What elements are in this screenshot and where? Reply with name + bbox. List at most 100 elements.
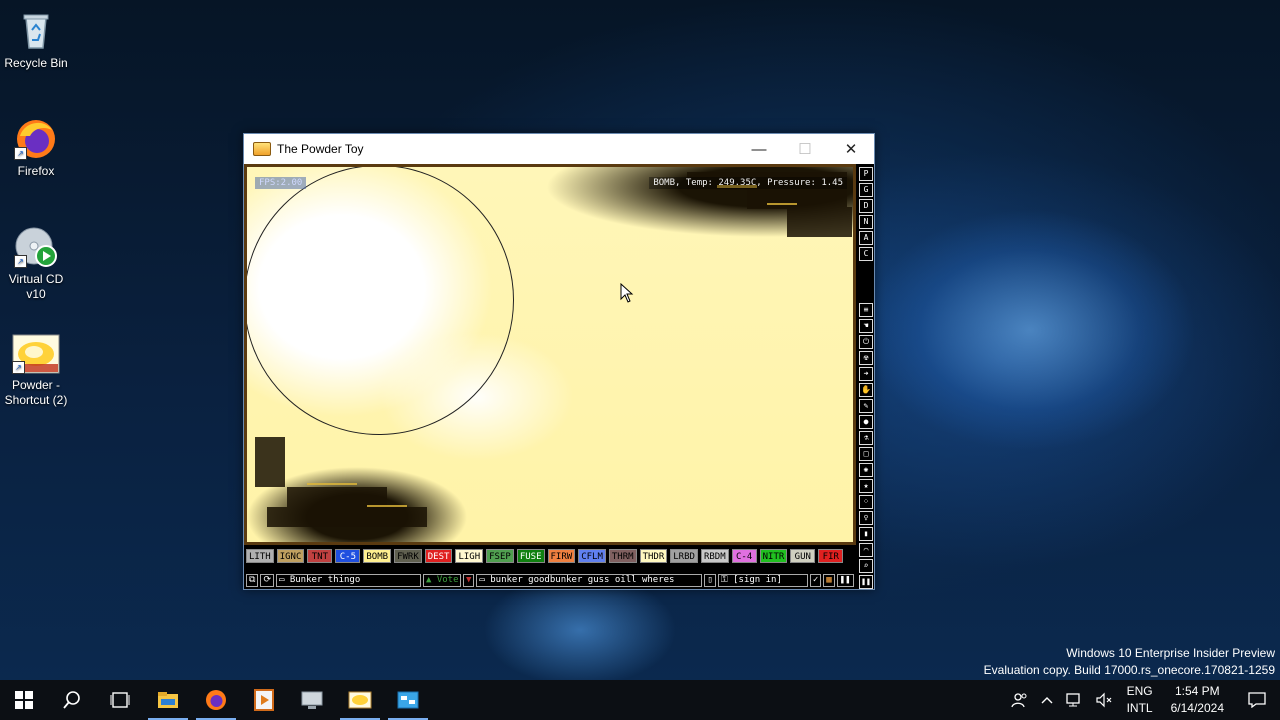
element-button-ligh[interactable]: LIGH [455, 549, 484, 563]
element-button-ignc[interactable]: IGNC [276, 549, 305, 563]
volume-button[interactable] [1089, 680, 1119, 720]
element-button-thrm[interactable]: THRM [608, 549, 637, 563]
element-button-fir[interactable]: FIR [818, 549, 844, 563]
search-button[interactable] [48, 680, 96, 720]
pen-icon[interactable]: ✎ [859, 399, 873, 413]
element-button-firw[interactable]: FIRW [547, 549, 576, 563]
firefox-icon: ↗ [14, 116, 58, 160]
element-button-lith[interactable]: LITH [246, 549, 274, 563]
element-button-fuse[interactable]: FUSE [516, 549, 545, 563]
atom-icon[interactable]: ✺ [859, 463, 873, 477]
desktop-icon-virtual-cd[interactable]: ↗ Virtual CD v10 [0, 224, 72, 302]
people-button[interactable] [1005, 680, 1035, 720]
pointer-icon[interactable]: ☚ [859, 319, 873, 333]
search-icon[interactable]: ⌕ [859, 559, 873, 573]
desktop-icon-label: Virtual CD v10 [8, 272, 64, 301]
element-button-lrbd[interactable]: LRBD [670, 549, 698, 563]
element-button-rbdm[interactable]: RBDM [700, 549, 729, 563]
pause-button[interactable]: ❚❚ [836, 574, 854, 587]
element-info-hud: BOMB, Temp: 249.35C, Pressure: 1.45 [649, 177, 847, 189]
element-button-fwrk[interactable]: FWRK [394, 549, 422, 563]
dots-icon[interactable]: ⁘ [859, 495, 873, 509]
fps-indicator: FPS:2.00 [255, 177, 307, 189]
menu-button-c[interactable]: C [859, 247, 873, 261]
clock-date: 6/14/2024 [1170, 701, 1224, 715]
element-button-bomb[interactable]: BOMB [363, 549, 392, 563]
game-client-area: FPS:2.00 BOMB, Temp: 249.35C, Pressure: … [244, 164, 874, 589]
element-button-c-4[interactable]: C-4 [731, 549, 757, 563]
computer-icon [301, 691, 323, 709]
watermark-line-2: Evaluation copy. Build 17000.rs_onecore.… [983, 663, 1275, 677]
element-button-dest[interactable]: DEST [424, 549, 453, 563]
renderer-button[interactable]: ▦ [823, 574, 835, 587]
vote-up-button[interactable]: ▲ Vote [422, 574, 461, 587]
flask-icon[interactable]: ⚗ [859, 431, 873, 445]
desktop-icon-recycle-bin[interactable]: Recycle Bin [0, 8, 72, 71]
tags-field[interactable]: ▭ bunker goodbunker guss oill wheres [476, 574, 703, 587]
start-button[interactable] [0, 680, 48, 720]
element-button-tnt[interactable]: TNT [307, 549, 333, 563]
thumbs-up-icon: ▲ [425, 575, 437, 585]
hand-icon[interactable]: ✋ [859, 383, 873, 397]
clock-button[interactable]: 1:54 PM 6/14/2024 [1161, 683, 1234, 717]
taskbar-powder-toy[interactable] [336, 680, 384, 720]
simulation-canvas[interactable]: FPS:2.00 BOMB, Temp: 249.35C, Pressure: … [244, 164, 856, 545]
square-icon[interactable]: □ [859, 447, 873, 461]
tool-icon[interactable]: ⌒ [859, 543, 873, 557]
menu-button-d[interactable]: D [859, 199, 873, 213]
tags-text: bunker goodbunker guss oill wheres [490, 575, 675, 585]
new-simulation-button[interactable]: ▯ [704, 574, 716, 587]
radiation-icon[interactable]: ☢ [859, 351, 873, 365]
window-titlebar[interactable]: The Powder Toy — ☐ ✕ [244, 134, 874, 164]
menu-button-a[interactable]: A [859, 231, 873, 245]
element-button-c-5[interactable]: C-5 [335, 549, 361, 563]
taskbar-firefox[interactable] [192, 680, 240, 720]
pause-menu-button-p[interactable]: P [859, 167, 873, 181]
bulb-icon[interactable]: ♀ [859, 511, 873, 525]
save-name-field[interactable]: ▭ Bunker thingo [275, 574, 421, 587]
element-button-fsep[interactable]: FSEP [486, 549, 514, 563]
arrow-icon[interactable]: ➜ [859, 367, 873, 381]
power-icon[interactable]: ⏻ [859, 335, 873, 349]
open-save-button[interactable]: ⧉ [246, 574, 259, 587]
sign-in-button[interactable]: ⚿ [sign in] [717, 574, 808, 587]
task-view-button[interactable] [96, 680, 144, 720]
task-view-icon [110, 692, 130, 708]
list-icon[interactable]: ≡ [859, 303, 873, 317]
drop-icon[interactable]: ● [859, 415, 873, 429]
desktop-icon-powder-shortcut[interactable]: ↗ Powder - Shortcut (2) [0, 334, 72, 408]
powder-toy-icon: ↗ [12, 334, 60, 374]
shortcut-arrow-icon: ↗ [14, 255, 27, 268]
maximize-button[interactable]: ☐ [782, 134, 828, 164]
taskbar-file-explorer[interactable] [144, 680, 192, 720]
vote-down-button[interactable]: ▼ [462, 574, 475, 587]
show-hidden-icons-button[interactable] [1035, 680, 1059, 720]
settings-button[interactable]: ✓ [809, 574, 822, 587]
element-button-thdr[interactable]: THDR [639, 549, 668, 563]
network-icon [1065, 693, 1080, 707]
network-button[interactable] [1059, 680, 1089, 720]
element-button-cflm[interactable]: CFLM [578, 549, 606, 563]
star-icon[interactable]: ★ [859, 479, 873, 493]
action-center-button[interactable] [1234, 680, 1280, 720]
taskbar-media-player[interactable] [240, 680, 288, 720]
taskbar: ENG INTL 1:54 PM 6/14/2024 [0, 680, 1280, 720]
element-button-nitr[interactable]: NITR [759, 549, 788, 563]
taskbar-computer[interactable] [288, 680, 336, 720]
minimize-button[interactable]: — [736, 134, 782, 164]
desktop-icon-firefox[interactable]: ↗ Firefox [0, 116, 72, 179]
menu-button-g[interactable]: G [859, 183, 873, 197]
element-toolbar: LITH IGNC TNT C-5 BOMB FWRK DEST LIGH FSEP FUSE FI… [246, 549, 856, 565]
desktop-icon-label: Powder - Shortcut (2) [4, 378, 68, 407]
shortcut-arrow-icon: ↗ [12, 361, 25, 374]
element-button-gun[interactable]: GUN [790, 549, 816, 563]
close-button[interactable]: ✕ [828, 134, 874, 164]
save-icon: ▭ [278, 575, 290, 585]
bookmark-icon[interactable]: ▮ [859, 527, 873, 541]
menu-button-n[interactable]: N [859, 215, 873, 229]
tag-icon: ▭ [479, 575, 491, 585]
media-player-icon [254, 689, 274, 711]
reload-button[interactable]: ⟳ [260, 574, 274, 587]
taskbar-control-panel[interactable] [384, 680, 432, 720]
input-language-button[interactable]: ENG INTL [1119, 683, 1161, 717]
